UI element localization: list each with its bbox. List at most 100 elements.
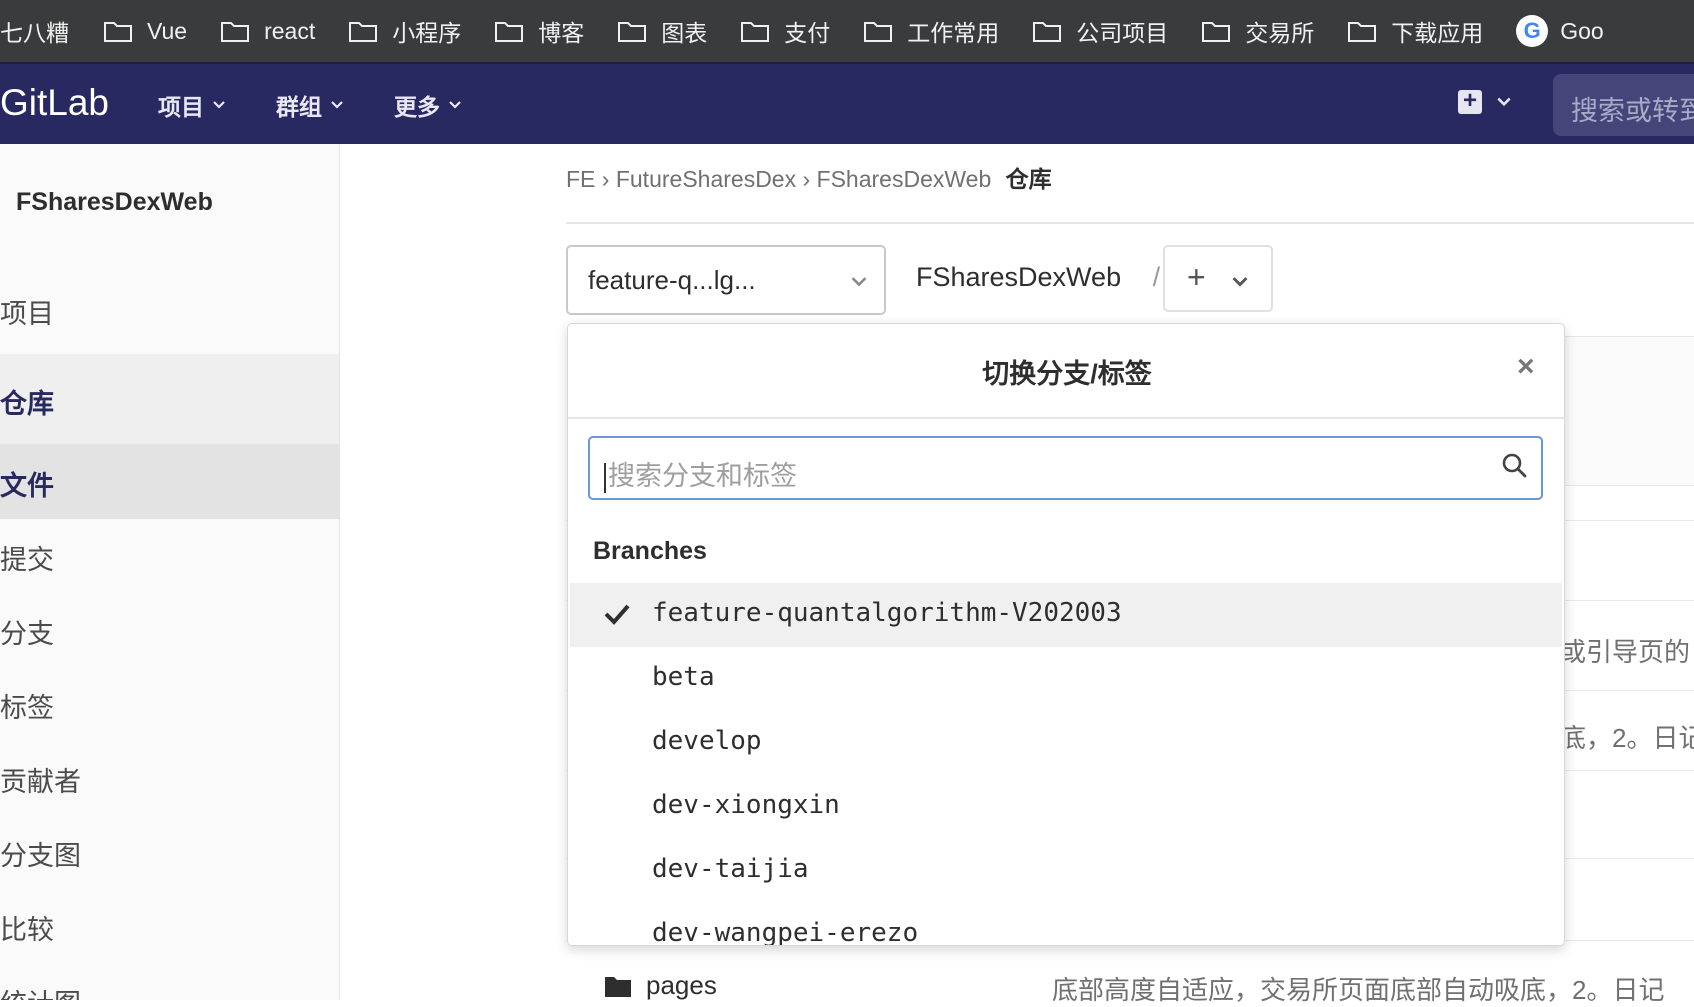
nav-groups[interactable]: 群组 [276, 88, 344, 122]
bookmark-label: 图表 [661, 20, 708, 46]
branches-section-header: Branches [593, 537, 707, 565]
repo-root-link[interactable]: FSharesDexWeb [916, 262, 1121, 292]
folder-icon [221, 22, 250, 42]
gitlab-logo[interactable]: GitLab [0, 82, 109, 124]
switch-branch-dropdown: 切换分支/标签 × 搜索分支和标签 Branches feature-quant… [567, 323, 1565, 946]
branch-name: beta [652, 662, 715, 692]
breadcrumb-current: 仓库 [1005, 166, 1052, 192]
chevron-down-icon [851, 277, 867, 287]
breadcrumb-project[interactable]: FSharesDexWeb [817, 166, 992, 192]
bookmark-folder-charts[interactable]: 图表 [617, 14, 707, 48]
global-search-input[interactable]: 搜索或转到 [1553, 74, 1694, 136]
bookmarks-bar: 七八糟 Vue react 小程序 博客 图表 支付 工作常用 公司项目 交易所… [0, 0, 1694, 62]
breadcrumb-separator: › [802, 166, 817, 192]
chevron-down-icon[interactable] [1496, 94, 1512, 110]
search-icon [1502, 453, 1527, 478]
folder-icon [1348, 22, 1377, 42]
sidebar-item-branches[interactable]: 分支 [0, 612, 339, 651]
bookmark-label: 工作常用 [907, 20, 1000, 46]
bookmark-folder-exchange[interactable]: 交易所 [1201, 14, 1314, 48]
project-name[interactable]: FSharesDexWeb [16, 188, 213, 217]
bookmark-folder-work[interactable]: 工作常用 [863, 14, 999, 48]
new-item-plus-icon[interactable]: + [1458, 89, 1482, 114]
table-row[interactable]: pages [604, 970, 717, 1001]
folder-icon [618, 22, 647, 42]
bookmark-label: 交易所 [1245, 20, 1315, 46]
plus-icon: + [1187, 259, 1206, 295]
add-to-tree-button[interactable]: + [1163, 245, 1273, 312]
bookmark-google[interactable]: G Goo [1516, 15, 1604, 47]
nav-label: 更多 [394, 94, 440, 120]
gitlab-header: GitLab 项目 群组 更多 + 搜索或转到 [0, 62, 1694, 144]
folder-icon [495, 22, 524, 42]
path-separator: / [1152, 262, 1161, 292]
nav-projects[interactable]: 项目 [158, 88, 226, 122]
dropdown-divider [568, 417, 1564, 419]
google-icon: G [1516, 15, 1549, 47]
breadcrumb-group[interactable]: FE [566, 166, 595, 192]
sidebar-item-tags[interactable]: 标签 [0, 686, 339, 725]
bookmark-folder-react[interactable]: react [220, 18, 315, 45]
branch-item[interactable]: develop [570, 711, 1562, 775]
chevron-down-icon [449, 101, 461, 109]
dropdown-title: 切换分支/标签 [982, 359, 1152, 389]
sidebar-item-commits[interactable]: 提交 [0, 538, 339, 577]
branch-select[interactable]: feature-q...lg... [566, 245, 886, 315]
branch-name: dev-wangpei-erezo [652, 918, 919, 946]
sidebar-item-compare[interactable]: 比较 [0, 908, 339, 947]
folder-icon [605, 976, 631, 997]
branch-search-input[interactable]: 搜索分支和标签 [588, 436, 1543, 500]
bookmark-item[interactable]: 七八糟 [0, 14, 69, 48]
branch-item[interactable]: dev-xiongxin [570, 775, 1562, 839]
bookmark-folder-payment[interactable]: 支付 [740, 14, 830, 48]
folder-icon [1202, 22, 1231, 42]
sidebar-item-files[interactable]: 文件 [0, 464, 339, 503]
bookmark-folder-blog[interactable]: 博客 [494, 14, 584, 48]
bookmark-folder-miniprogram[interactable]: 小程序 [348, 14, 461, 48]
branch-item[interactable]: feature-quantalgorithm-V202003 [570, 583, 1562, 647]
nav-more[interactable]: 更多 [394, 88, 462, 122]
repo-path: FSharesDexWeb / [916, 262, 1160, 293]
folder-icon [349, 22, 378, 42]
branch-select-value: feature-q...lg... [588, 265, 756, 295]
project-sidebar: FSharesDexWeb 项目 仓库 文件 提交 分支 标签 贡献者 分支图 … [0, 144, 340, 1000]
sidebar-item-project[interactable]: 项目 [0, 292, 339, 331]
chevron-down-icon [213, 101, 225, 109]
chevron-down-icon [1232, 277, 1248, 287]
bookmark-folder-download[interactable]: 下载应用 [1347, 14, 1483, 48]
branch-item[interactable]: beta [570, 647, 1562, 711]
file-name: pages [646, 970, 717, 1000]
nav-label: 项目 [158, 94, 204, 120]
branch-item[interactable]: dev-taijia [570, 839, 1562, 903]
bookmark-label: Goo [1560, 17, 1604, 44]
bookmark-label: Vue [147, 17, 188, 44]
commit-message[interactable]: 或引导页的 [1560, 632, 1690, 669]
bookmark-label: 支付 [784, 20, 831, 46]
branch-name: dev-xiongxin [652, 790, 840, 820]
branch-name: develop [652, 726, 762, 756]
commit-message[interactable]: 底部高度自适应，交易所页面底部自动吸底，2。日记 [1052, 970, 1664, 1007]
close-icon[interactable]: × [1517, 350, 1535, 384]
breadcrumb-subgroup[interactable]: FutureSharesDex [616, 166, 796, 192]
commit-message[interactable]: 底，2。日记 [1560, 718, 1694, 755]
sidebar-item-graph[interactable]: 分支图 [0, 834, 339, 873]
bookmark-folder-company[interactable]: 公司项目 [1032, 14, 1168, 48]
sidebar-item-repository[interactable]: 仓库 [0, 382, 339, 421]
breadcrumb: FE › FutureSharesDex › FSharesDexWeb 仓库 [566, 160, 1052, 194]
bookmark-folder-vue[interactable]: Vue [103, 18, 187, 45]
folder-icon [104, 22, 132, 42]
branch-item[interactable]: dev-wangpei-erezo [570, 903, 1562, 946]
bookmark-label: 博客 [538, 20, 585, 46]
search-placeholder: 搜索分支和标签 [608, 461, 797, 491]
check-icon [604, 604, 630, 625]
chevron-down-icon [331, 101, 343, 109]
text-caret [604, 462, 606, 493]
sidebar-item-contributors[interactable]: 贡献者 [0, 760, 339, 799]
branch-name: dev-taijia [652, 854, 809, 884]
sidebar-item-charts[interactable]: 统计图 [0, 982, 339, 1000]
breadcrumb-separator: › [601, 166, 616, 192]
nav-label: 群组 [276, 94, 322, 120]
bookmark-label: react [264, 17, 316, 44]
folder-icon [864, 22, 893, 42]
folder-icon [741, 22, 770, 42]
